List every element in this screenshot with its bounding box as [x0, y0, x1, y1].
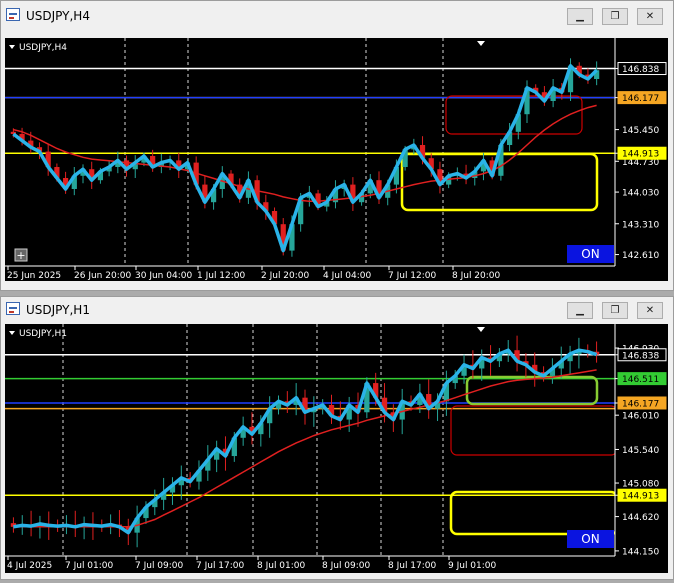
y-tick-label: 144.620 [622, 513, 659, 523]
y-tick-label: 144.150 [622, 547, 659, 557]
x-tick-label: 7 Jul 12:00 [388, 271, 437, 281]
y-tick-label: 143.310 [622, 220, 659, 230]
restore-button[interactable]: ❐ [602, 302, 628, 319]
x-tick-label: 7 Jul 09:00 [135, 561, 184, 571]
zone-rectangle [450, 405, 618, 456]
y-tick-label: 145.450 [622, 126, 659, 136]
price-label: 146.838 [622, 351, 659, 361]
x-tick-label: 2 Jul 20:00 [261, 271, 310, 281]
chart-shift-marker-icon [477, 41, 485, 46]
minimize-button[interactable]: ▁ [567, 302, 593, 319]
price-label: 146.838 [622, 65, 659, 75]
x-tick-label: 26 Jun 20:00 [74, 271, 131, 281]
one-click-button-label: ON [581, 247, 599, 261]
window-title: USDJPY,H1 [26, 303, 90, 317]
price-label: 146.177 [622, 399, 659, 409]
y-tick-label: 145.080 [622, 480, 659, 490]
y-tick-label: 142.610 [622, 251, 659, 261]
x-tick-label: 8 Jul 17:00 [388, 561, 437, 571]
price-chart[interactable]: 146.930146.838146.511146.177146.010145.5… [5, 324, 668, 573]
y-tick-label: 146.010 [622, 412, 659, 422]
close-button[interactable]: ✕ [637, 8, 663, 25]
price-chart[interactable]: 146.838146.177145.450144.913144.730144.0… [5, 38, 668, 281]
one-click-on-button[interactable]: ON [567, 245, 614, 263]
close-button[interactable]: ✕ [637, 302, 663, 319]
restore-button[interactable]: ❐ [602, 8, 628, 25]
y-tick-label: 145.540 [622, 446, 659, 456]
x-tick-label: 25 Jun 2025 [7, 271, 61, 281]
h1-candlestick-chart[interactable]: 146.930146.838146.511146.177146.010145.5… [5, 324, 668, 573]
price-label: 146.511 [622, 375, 659, 385]
chart-window-h4[interactable]: USDJPY,H4 ▁ ❐ ✕ 146.838 146.177 145.450 144… [0, 0, 674, 291]
chart-window-h1[interactable]: USDJPY,H1 ▁ ❐ ✕ 146.930146.838146.511146… [0, 296, 674, 580]
one-click-button-label: ON [581, 532, 599, 546]
chart-menu-triangle-icon [9, 331, 15, 335]
chart-symbol-label: USDJPY,H1 [19, 329, 67, 339]
plus-crosshair-button[interactable]: + [14, 248, 28, 262]
x-tick-label: 1 Jul 12:00 [197, 271, 246, 281]
price-label: 144.913 [622, 150, 659, 160]
x-tick-label: 30 Jun 04:00 [135, 271, 192, 281]
chart-window-icon [6, 302, 20, 315]
zone-rectangle [465, 375, 599, 406]
x-tick-label: 4 Jul 04:00 [323, 271, 372, 281]
x-tick-label: 8 Jul 01:00 [257, 561, 306, 571]
x-tick-label: 7 Jul 17:00 [196, 561, 245, 571]
plus-icon: + [16, 249, 25, 262]
x-tick-label: 8 Jul 20:00 [452, 271, 501, 281]
price-label: 144.913 [622, 492, 659, 502]
price-label: 146.177 [622, 94, 659, 104]
x-tick-label: 9 Jul 01:00 [448, 561, 497, 571]
x-tick-label: 4 Jul 2025 [7, 561, 52, 571]
chart-symbol-label: USDJPY,H4 [19, 43, 67, 53]
window-titlebar[interactable]: USDJPY,H4 ▁ ❐ ✕ [1, 1, 673, 31]
y-tick-label: 144.030 [622, 189, 659, 199]
zone-rectangle [449, 490, 619, 536]
window-titlebar[interactable]: USDJPY,H1 ▁ ❐ ✕ [1, 297, 673, 327]
zigzag-trend-line [12, 64, 598, 253]
chart-window-icon [6, 8, 20, 21]
h4-candlestick-chart[interactable]: 146.838146.177145.450144.913144.730144.0… [5, 38, 668, 281]
chart-menu-triangle-icon [9, 45, 15, 49]
chart-shift-marker-icon [477, 327, 485, 332]
window-title: USDJPY,H4 [26, 9, 90, 23]
x-tick-label: 8 Jul 09:00 [322, 561, 371, 571]
one-click-on-button[interactable]: ON [567, 530, 614, 548]
zone-rectangle [445, 95, 583, 135]
x-tick-label: 7 Jul 01:00 [65, 561, 114, 571]
minimize-button[interactable]: ▁ [567, 8, 593, 25]
